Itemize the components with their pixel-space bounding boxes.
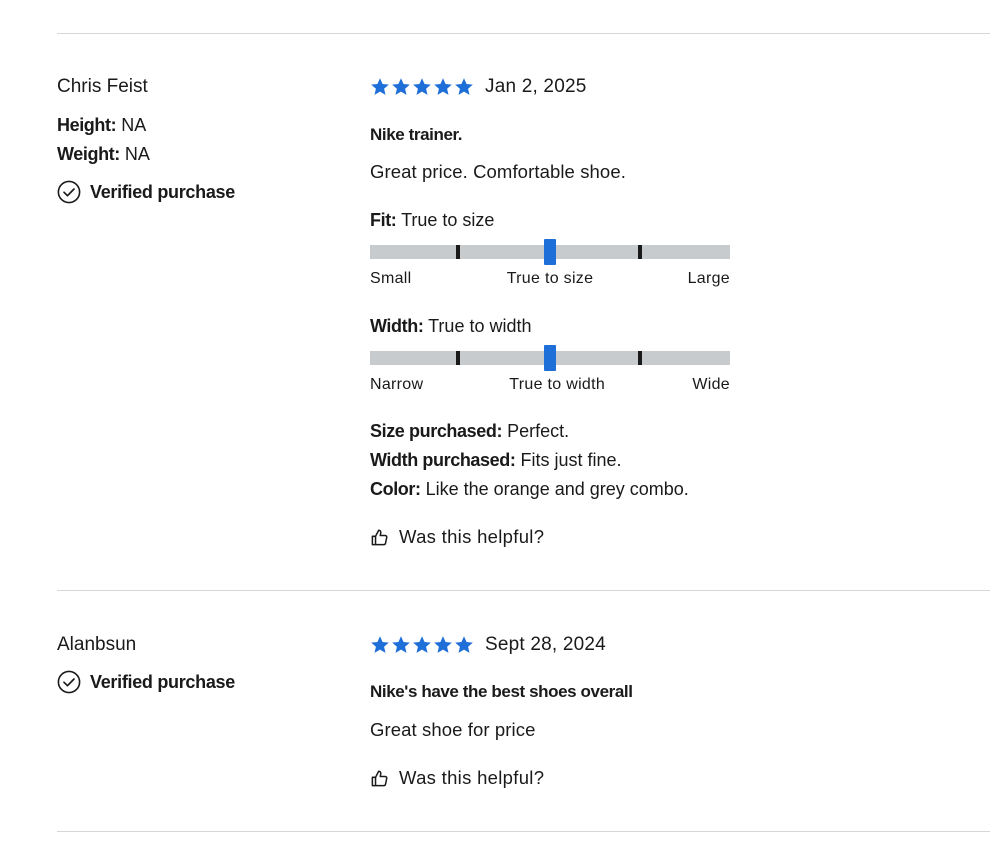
check-circle-icon <box>57 180 81 204</box>
width-purchased: Width purchased: Fits just fine. <box>370 448 622 472</box>
color-value: Like the orange and grey combo. <box>425 479 689 499</box>
verified-purchase-label: Verified purchase <box>90 181 235 202</box>
fit-scale-label-large: Large <box>687 270 730 287</box>
verified-purchase-label: Verified purchase <box>90 671 235 692</box>
review-body: Great shoe for price <box>370 719 536 740</box>
star-icon <box>434 78 452 95</box>
rating-row: Jan 2, 2025 <box>370 74 587 100</box>
weight-label: Weight: <box>57 144 120 164</box>
check-circle-icon <box>57 670 81 694</box>
size-purchased-label: Size purchased: <box>370 421 503 441</box>
review-date: Sept 28, 2024 <box>485 634 606 655</box>
fit-label: Fit: <box>370 210 397 230</box>
star-icon <box>455 78 473 95</box>
review-divider-top <box>57 33 990 34</box>
width-value: True to width <box>428 316 532 336</box>
star-rating <box>370 77 474 97</box>
star-icon <box>392 78 410 95</box>
verified-purchase: Verified purchase <box>57 670 235 694</box>
thumbs-up-icon <box>371 528 388 545</box>
width-label: Width: <box>370 316 424 336</box>
reviewer-weight: Weight: NA <box>57 142 150 166</box>
star-icon <box>413 78 431 95</box>
thumbs-up-icon <box>371 769 388 786</box>
review-body: Great price. Comfortable shoe. <box>370 161 626 182</box>
height-label: Height: <box>57 115 117 135</box>
star-icon <box>455 636 473 653</box>
review-card: Alanbsun Verified purchase Sept 28, 2024… <box>0 632 990 822</box>
star-icon <box>434 636 452 653</box>
review-card: Chris Feist Height: NA Weight: NA Verifi… <box>0 74 990 564</box>
review-divider-bottom <box>57 831 990 832</box>
fit-value: True to size <box>401 210 495 230</box>
width-scale-label-true-to-width: True to width <box>509 376 606 393</box>
helpful-label: Was this helpful? <box>399 767 545 788</box>
star-icon <box>392 636 410 653</box>
fit-scale-label-true-to-size: True to size <box>506 270 594 287</box>
fit-scale-tick <box>638 245 642 259</box>
width-scale-label-wide: Wide <box>692 376 730 393</box>
height-value: NA <box>121 115 147 135</box>
width-scale-tick <box>638 351 642 365</box>
helpful-button[interactable]: Was this helpful? <box>370 767 544 789</box>
helpful-label: Was this helpful? <box>399 526 545 547</box>
star-rating <box>370 635 474 655</box>
fit-scale-marker <box>544 239 556 265</box>
review-title: Nike trainer. <box>370 125 463 144</box>
helpful-button[interactable]: Was this helpful? <box>370 526 544 548</box>
width-scale-tick <box>456 351 460 365</box>
size-purchased-value: Perfect. <box>507 421 570 441</box>
rating-row: Sept 28, 2024 <box>370 632 606 658</box>
fit-rating: Fit: True to size <box>370 208 494 232</box>
reviewer-name: Alanbsun <box>57 634 137 655</box>
width-rating: Width: True to width <box>370 314 532 338</box>
fit-scale-label-small: Small <box>370 270 412 287</box>
color-detail: Color: Like the orange and grey combo. <box>370 477 689 501</box>
size-purchased: Size purchased: Perfect. <box>370 419 569 443</box>
width-scale-label-narrow: Narrow <box>370 376 424 393</box>
color-label: Color: <box>370 479 421 499</box>
width-scale-marker <box>544 345 556 371</box>
weight-value: NA <box>124 144 150 164</box>
star-icon <box>371 636 389 653</box>
review-date: Jan 2, 2025 <box>485 76 587 97</box>
reviewer-height: Height: NA <box>57 113 146 137</box>
reviewer-name: Chris Feist <box>57 76 148 97</box>
review-title: Nike's have the best shoes overall <box>370 682 633 701</box>
fit-scale-tick <box>456 245 460 259</box>
verified-purchase: Verified purchase <box>57 180 235 204</box>
width-purchased-label: Width purchased: <box>370 450 516 470</box>
star-icon <box>371 78 389 95</box>
review-divider <box>57 590 990 591</box>
star-icon <box>413 636 431 653</box>
width-purchased-value: Fits just fine. <box>520 450 622 470</box>
